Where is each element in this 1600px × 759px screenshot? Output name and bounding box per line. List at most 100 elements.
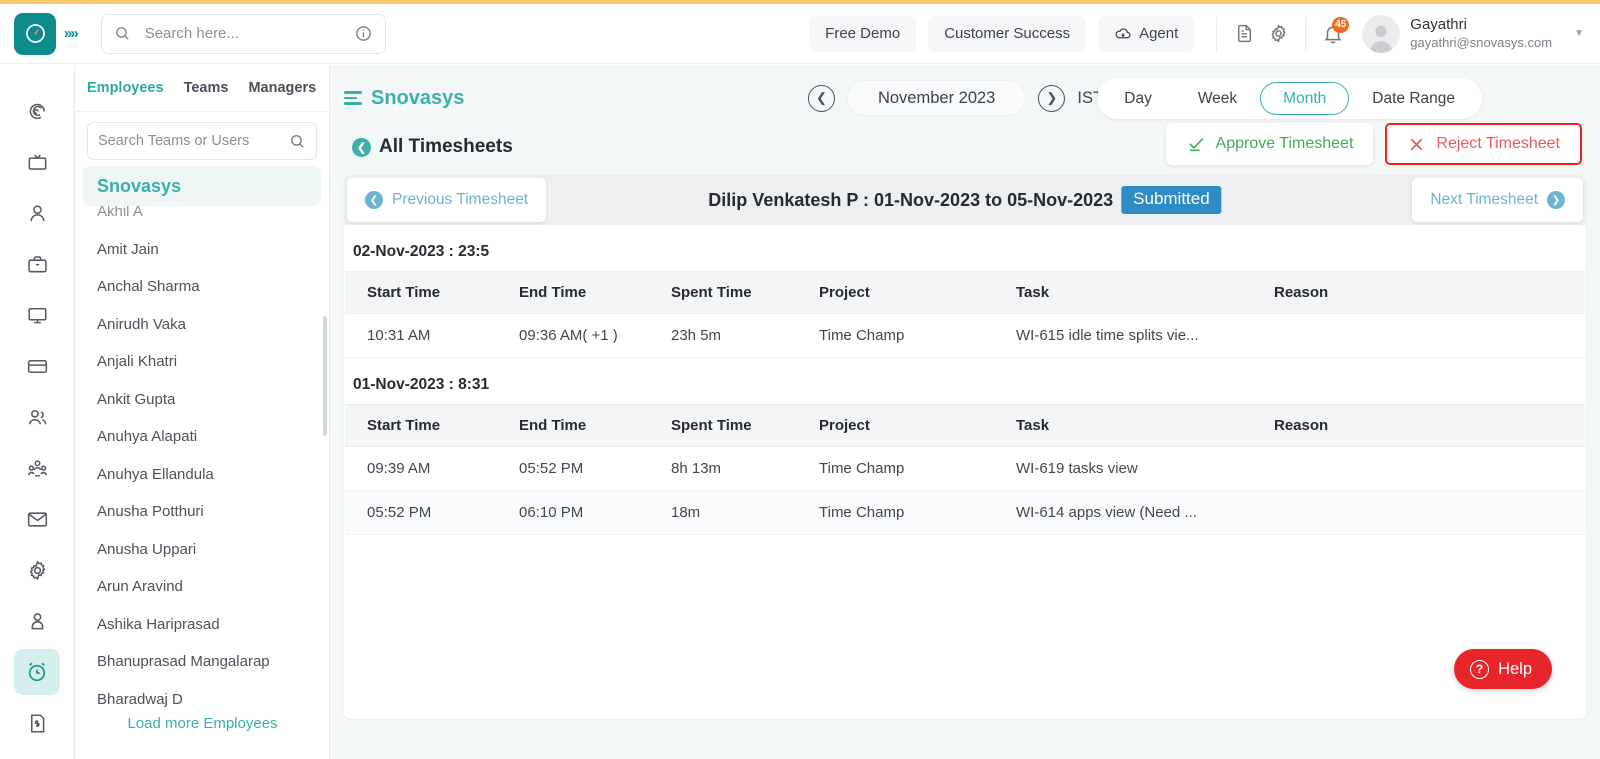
list-item[interactable]: Bhanuprasad Mangalarap: [97, 643, 329, 681]
sidebar-item-dashboard[interactable]: [14, 88, 60, 134]
sidebar-item-teams[interactable]: [14, 394, 60, 440]
breadcrumb[interactable]: ❮ All Timesheets: [352, 136, 513, 158]
view-toggle-week[interactable]: Week: [1175, 82, 1260, 115]
approve-timesheet-button[interactable]: Approve Timesheet: [1165, 123, 1374, 165]
bell-icon[interactable]: 45: [1316, 16, 1350, 51]
cell-end-time: 05:52 PM: [519, 446, 671, 491]
sidebar-item-organization[interactable]: [14, 445, 60, 491]
column-end-time: End Time: [519, 271, 671, 314]
hamburger-icon[interactable]: [344, 91, 362, 105]
app-logo[interactable]: [14, 12, 56, 55]
sidebar-item-monitor[interactable]: [14, 292, 60, 338]
previous-month-button[interactable]: ❮: [807, 84, 835, 112]
agent-button[interactable]: Agent: [1098, 15, 1195, 52]
approve-timesheet-label: Approve Timesheet: [1215, 135, 1354, 152]
customer-success-button[interactable]: Customer Success: [928, 15, 1087, 52]
tab-teams[interactable]: Teams: [182, 76, 231, 100]
day-block: 02-Nov-2023 : 23:5 Start Time End Time S…: [344, 225, 1586, 358]
view-toggle-day[interactable]: Day: [1101, 82, 1175, 115]
next-timesheet-button[interactable]: Next Timesheet ❯: [1412, 178, 1583, 222]
user-menu-chevron-down-icon[interactable]: ▼: [1574, 28, 1584, 39]
reject-timesheet-button[interactable]: Reject Timesheet: [1385, 123, 1582, 165]
employee-search-input[interactable]: [98, 133, 289, 149]
next-month-button[interactable]: ❯: [1038, 84, 1066, 112]
cell-task: WI-615 idle time splits vie...: [1016, 313, 1274, 358]
sidebar-item-user[interactable]: [14, 190, 60, 236]
sidebar-item-projects[interactable]: [14, 241, 60, 287]
day-heading: 01-Nov-2023 : 8:31: [353, 376, 490, 393]
table-row[interactable]: 09:39 AM 05:52 PM 8h 13m Time Champ WI-6…: [345, 446, 1585, 491]
list-item[interactable]: Anjali Khatri: [97, 343, 329, 381]
sidebar-item-timesheets[interactable]: [14, 649, 60, 695]
organization-name[interactable]: Snovasys: [371, 87, 464, 110]
icon-rail: [0, 65, 75, 759]
list-item[interactable]: Anchal Sharma: [97, 268, 329, 306]
view-toggle-date-range[interactable]: Date Range: [1349, 82, 1478, 115]
list-item[interactable]: Bharadwaj D: [97, 681, 329, 719]
header-divider-1: [1216, 16, 1218, 51]
user-info[interactable]: Gayathri gayathri@snovasys.com: [1410, 16, 1552, 51]
column-start-time: Start Time: [345, 271, 519, 314]
global-search[interactable]: [100, 13, 386, 54]
list-item[interactable]: Akhil A: [97, 206, 329, 231]
table-row[interactable]: 10:31 AM 09:36 AM( +1 ) 23h 5m Time Cham…: [345, 313, 1585, 358]
list-item[interactable]: Anuhya Alapati: [97, 418, 329, 456]
tab-employees[interactable]: Employees: [85, 76, 166, 100]
view-toggle-month[interactable]: Month: [1260, 82, 1350, 115]
sidebar-item-settings[interactable]: [14, 547, 60, 593]
header-divider-2: [1305, 16, 1307, 51]
timesheet-title-wrap: Dilip Venkatesh P : 01-Nov-2023 to 05-No…: [708, 186, 1222, 214]
avatar-icon: [1369, 25, 1393, 53]
list-item[interactable]: Amit Jain: [97, 231, 329, 269]
help-button[interactable]: ? Help: [1454, 649, 1552, 689]
current-period-label[interactable]: November 2023: [846, 80, 1027, 116]
info-icon[interactable]: [354, 24, 373, 43]
envelope-icon: [27, 511, 47, 527]
cell-start-time: 10:31 AM: [345, 313, 519, 358]
free-demo-button[interactable]: Free Demo: [809, 15, 917, 52]
tab-managers[interactable]: Managers: [246, 76, 318, 100]
list-item[interactable]: Anusha Potthuri: [97, 493, 329, 531]
table-header-row: Start Time End Time Spent Time Project T…: [345, 271, 1585, 314]
table-row[interactable]: 05:52 PM 06:10 PM 18m Time Champ WI-614 …: [345, 490, 1585, 535]
expand-sidebar-icon[interactable]: »»: [64, 25, 79, 42]
document-icon[interactable]: [1227, 17, 1261, 51]
sidebar-item-screenshots[interactable]: [14, 139, 60, 185]
list-item[interactable]: Anusha Uppari: [97, 531, 329, 569]
employee-group-snovasys[interactable]: Snovasys: [83, 166, 321, 206]
list-item[interactable]: Ashika Hariprasad: [97, 606, 329, 644]
employee-search[interactable]: [87, 122, 317, 160]
sidebar-item-profile[interactable]: [14, 598, 60, 644]
user-email: gayathri@snovasys.com: [1410, 35, 1553, 50]
cell-start-time: 09:39 AM: [345, 446, 519, 491]
sidebar-item-payments[interactable]: [14, 343, 60, 389]
breadcrumb-action-row: ❮ All Timesheets Approve Timesheet Rejec…: [344, 121, 1586, 173]
previous-timesheet-button[interactable]: ❮ Previous Timesheet: [347, 178, 547, 222]
timesheet-table: Start Time End Time Spent Time Project T…: [345, 404, 1585, 535]
sidebar-item-invoices[interactable]: [14, 700, 60, 746]
list-item[interactable]: Anirudh Vaka: [97, 306, 329, 344]
gear-icon[interactable]: [1261, 17, 1295, 51]
monitor-icon: [27, 307, 47, 323]
main-content: Snovasys ❮ November 2023 ❯ IST Day Week …: [330, 65, 1600, 759]
user-name: Gayathri: [1410, 16, 1467, 33]
chevron-left-icon: ❮: [365, 191, 383, 209]
timesheet-actions: Approve Timesheet Reject Timesheet: [1165, 123, 1582, 165]
sidebar-item-mail[interactable]: [14, 496, 60, 542]
cell-end-time: 06:10 PM: [519, 490, 671, 535]
status-badge: Submitted: [1121, 186, 1222, 214]
search-input[interactable]: [144, 25, 354, 42]
day-heading: 02-Nov-2023 : 23:5: [353, 243, 490, 260]
employee-list-scrollbar[interactable]: [323, 316, 327, 436]
list-item[interactable]: Anuhya Ellandula: [97, 456, 329, 494]
load-more-employees-link[interactable]: Load more Employees: [75, 715, 329, 732]
cell-spent-time: 18m: [671, 490, 819, 535]
cell-reason: [1274, 446, 1585, 491]
employee-list[interactable]: Akhil A Amit Jain Anchal Sharma Anirudh …: [75, 206, 329, 752]
cell-reason: [1274, 490, 1585, 535]
list-item[interactable]: Ankit Gupta: [97, 381, 329, 419]
column-task: Task: [1016, 271, 1274, 314]
column-project: Project: [819, 271, 1016, 314]
list-item[interactable]: Arun Aravind: [97, 568, 329, 606]
avatar[interactable]: [1362, 14, 1401, 53]
